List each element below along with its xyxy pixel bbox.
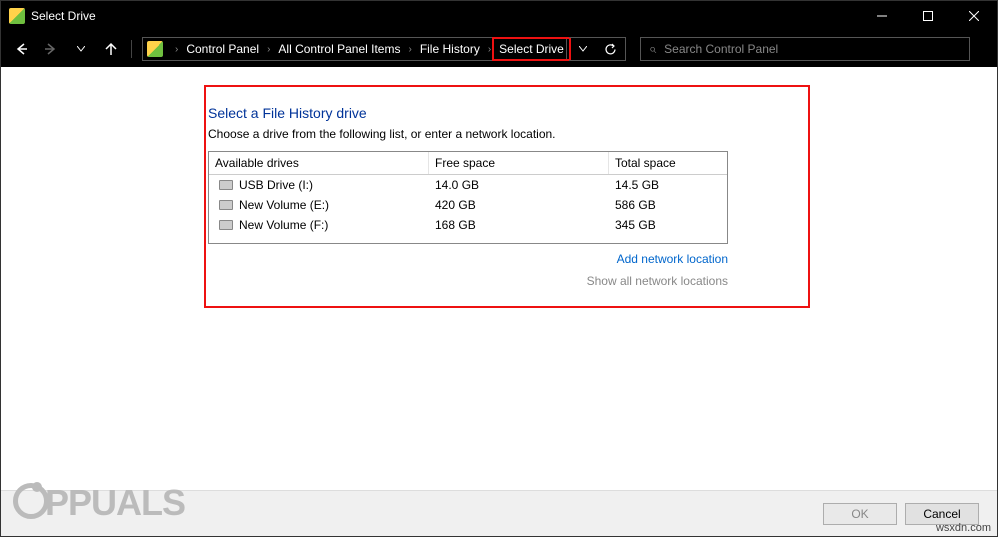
table-row[interactable]: USB Drive (I:) 14.0 GB 14.5 GB: [209, 175, 727, 195]
location-icon: [147, 41, 163, 57]
arrow-left-icon: [14, 42, 28, 56]
drive-icon: [219, 180, 233, 190]
drive-free: 420 GB: [429, 195, 609, 215]
link-row: Add network location: [208, 252, 728, 266]
drive-total: 14.5 GB: [609, 175, 727, 195]
address-bar[interactable]: › Control Panel › All Control Panel Item…: [142, 37, 567, 61]
back-button[interactable]: [7, 35, 35, 63]
address-dropdown[interactable]: [569, 38, 597, 60]
ok-button[interactable]: OK: [823, 503, 897, 525]
drive-total: 586 GB: [609, 195, 727, 215]
arrow-up-icon: [104, 42, 118, 56]
address-tail: [569, 37, 626, 61]
search-box[interactable]: ⌕: [640, 37, 970, 61]
add-network-link[interactable]: Add network location: [617, 252, 728, 266]
table-header: Available drives Free space Total space: [209, 152, 727, 175]
arrow-right-icon: [44, 42, 58, 56]
page-heading: Select a File History drive: [208, 105, 806, 121]
show-all-network-link[interactable]: Show all network locations: [587, 274, 728, 288]
chevron-right-icon: ›: [261, 44, 276, 55]
breadcrumb-item-current[interactable]: Select Drive: [497, 42, 566, 56]
link-row: Show all network locations: [208, 274, 728, 288]
separator: [131, 40, 132, 58]
up-button[interactable]: [97, 35, 125, 63]
watermark-logo: PPUALS: [13, 482, 185, 524]
breadcrumb-item[interactable]: File History: [418, 42, 482, 56]
app-icon: [9, 8, 25, 24]
drive-free: 14.0 GB: [429, 175, 609, 195]
close-button[interactable]: [951, 1, 997, 31]
watermark-source: wsxdn.com: [936, 522, 991, 534]
refresh-icon: [604, 43, 617, 56]
refresh-button[interactable]: [597, 38, 625, 60]
table-body: USB Drive (I:) 14.0 GB 14.5 GB New Volum…: [209, 175, 727, 243]
search-input[interactable]: [664, 42, 969, 56]
breadcrumb-item[interactable]: All Control Panel Items: [276, 42, 402, 56]
drive-name: New Volume (F:): [239, 218, 328, 232]
drive-free: 168 GB: [429, 215, 609, 235]
navbar: › Control Panel › All Control Panel Item…: [1, 31, 997, 67]
chevron-down-icon: [77, 46, 85, 52]
table-row[interactable]: New Volume (E:) 420 GB 586 GB: [209, 195, 727, 215]
titlebar: Select Drive: [1, 1, 997, 31]
maximize-button[interactable]: [905, 1, 951, 31]
minimize-button[interactable]: [859, 1, 905, 31]
maximize-icon: [923, 11, 933, 21]
close-icon: [969, 11, 979, 21]
minimize-icon: [877, 11, 887, 21]
chevron-right-icon: ›: [402, 44, 417, 55]
content-area: Select a File History drive Choose a dri…: [1, 67, 997, 490]
page-subtext: Choose a drive from the following list, …: [208, 127, 806, 141]
recent-dropdown[interactable]: [67, 35, 95, 63]
search-icon: ⌕: [641, 41, 664, 57]
column-header-name[interactable]: Available drives: [209, 152, 429, 174]
main-panel: Select a File History drive Choose a dri…: [206, 87, 808, 306]
chevron-down-icon: [579, 46, 587, 52]
breadcrumb-item[interactable]: Control Panel: [184, 42, 261, 56]
table-row[interactable]: New Volume (F:) 168 GB 345 GB: [209, 215, 727, 235]
drive-icon: [219, 220, 233, 230]
drive-icon: [219, 200, 233, 210]
chevron-right-icon: ›: [169, 44, 184, 55]
drive-name: New Volume (E:): [239, 198, 329, 212]
window-title: Select Drive: [31, 9, 859, 23]
chevron-right-icon: ›: [482, 44, 497, 55]
drive-total: 345 GB: [609, 215, 727, 235]
drive-name: USB Drive (I:): [239, 178, 313, 192]
column-header-total[interactable]: Total space: [609, 152, 727, 174]
column-header-free[interactable]: Free space: [429, 152, 609, 174]
forward-button[interactable]: [37, 35, 65, 63]
drive-table: Available drives Free space Total space …: [208, 151, 728, 244]
